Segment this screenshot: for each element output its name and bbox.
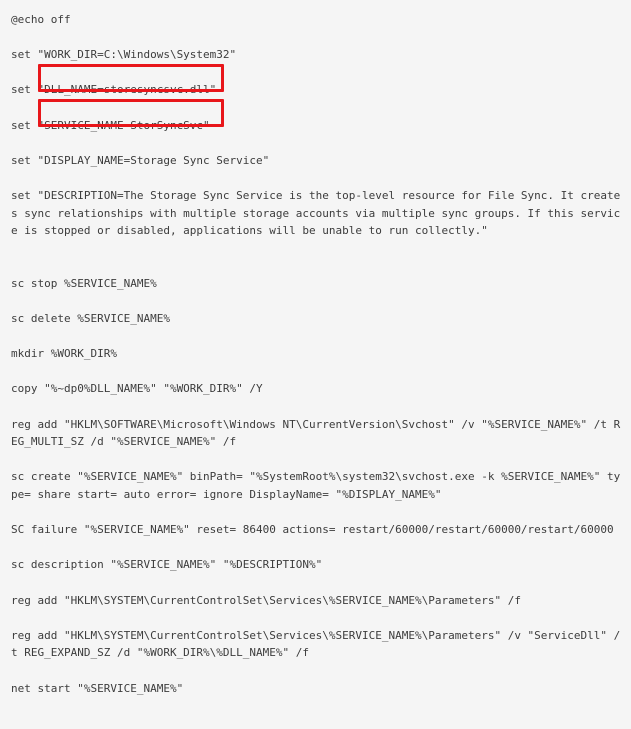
batch-script-viewer: @echo off set "WORK_DIR=C:\Windows\Syste…: [0, 0, 631, 729]
script-code-block[interactable]: @echo off set "WORK_DIR=C:\Windows\Syste…: [11, 11, 623, 697]
script-code-text: @echo off set "WORK_DIR=C:\Windows\Syste…: [11, 13, 621, 695]
